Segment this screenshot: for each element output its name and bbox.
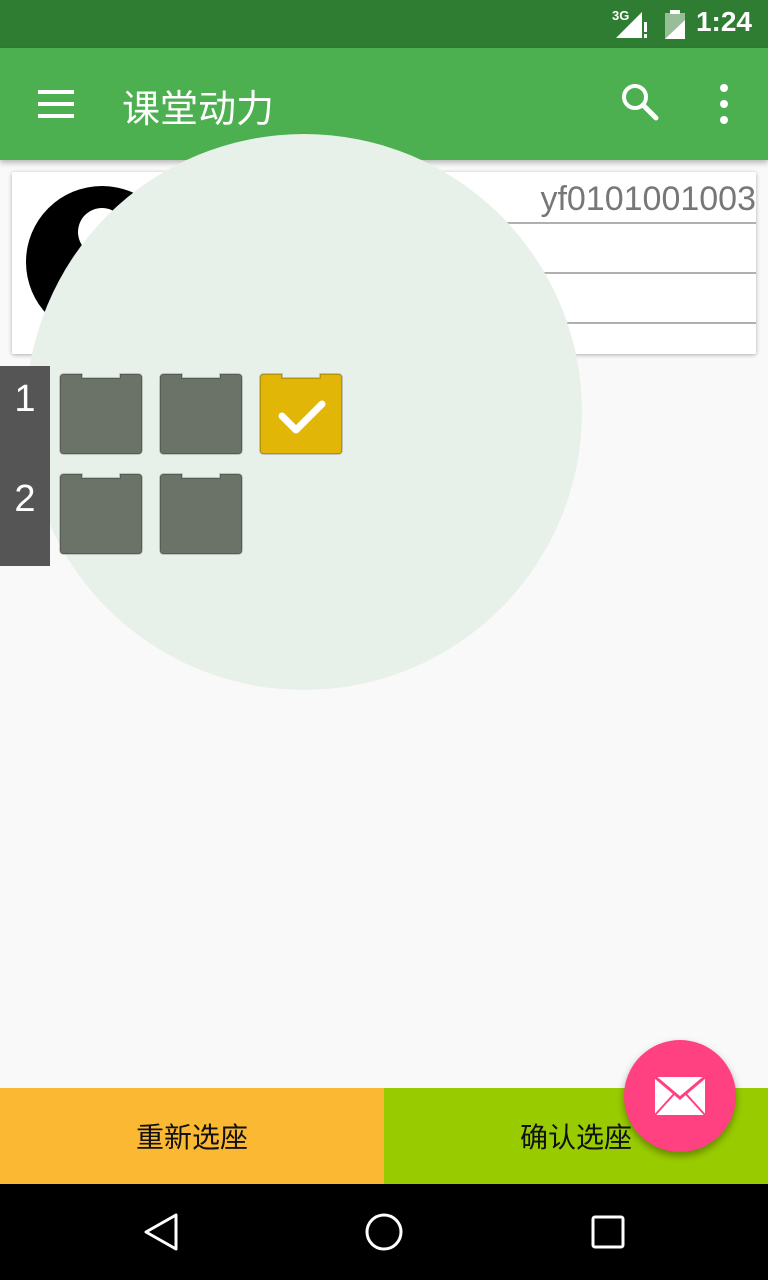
row-label-2: 2: [14, 478, 36, 520]
status-time: 1:24: [695, 6, 752, 37]
row-label-1: 1: [14, 378, 36, 420]
seat[interactable]: [58, 372, 144, 456]
mail-icon: [654, 1076, 706, 1116]
app-bar: 课堂动力: [0, 48, 768, 160]
back-icon[interactable]: [142, 1212, 180, 1252]
search-icon[interactable]: [620, 82, 660, 122]
row-labels: 1 2: [0, 366, 50, 566]
seat-value: yf0101001003: [540, 180, 756, 218]
home-icon[interactable]: [364, 1212, 404, 1252]
battery-icon: [665, 10, 685, 39]
seat[interactable]: [158, 472, 244, 556]
reselect-seat-button[interactable]: 重新选座: [0, 1088, 384, 1184]
menu-icon[interactable]: [36, 86, 76, 122]
mail-fab[interactable]: [624, 1040, 736, 1152]
seat-selected[interactable]: [258, 372, 344, 456]
signal-icon: [616, 12, 647, 38]
more-vert-icon[interactable]: [710, 82, 738, 126]
recents-icon[interactable]: [590, 1214, 626, 1250]
seat[interactable]: [158, 372, 244, 456]
seat[interactable]: [58, 472, 144, 556]
app-title: 课堂动力: [122, 87, 275, 131]
status-bar: 3G 1:24: [0, 0, 768, 48]
